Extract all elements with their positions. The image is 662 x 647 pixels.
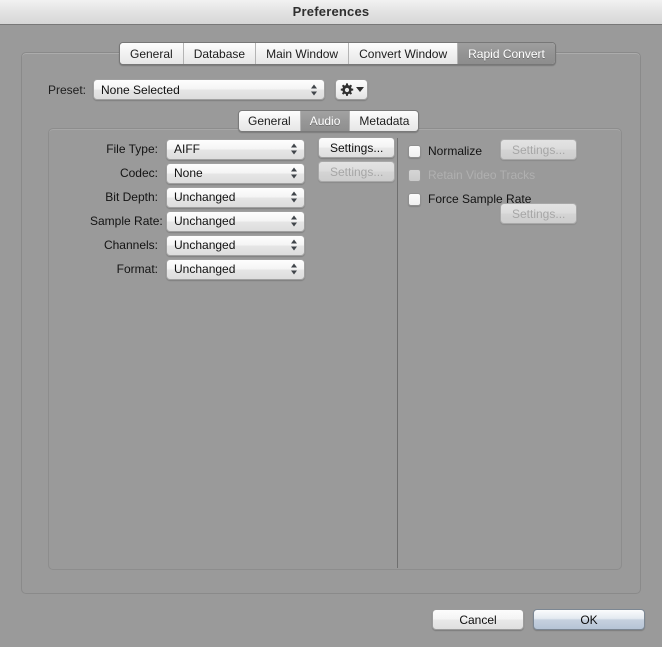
stepper-arrows-icon [291, 215, 298, 228]
row-sample-rate: Sample Rate: Unchanged [90, 209, 305, 233]
format-select[interactable]: Unchanged [166, 258, 305, 280]
stepper-arrows-icon [311, 83, 318, 96]
column-divider [397, 138, 398, 568]
format-value: Unchanged [174, 262, 236, 276]
codec-label: Codec: [119, 166, 158, 180]
bit-depth-select[interactable]: Unchanged [166, 186, 305, 208]
audio-form-left-column: File Type: AIFF Codec: None Bit Depth: U… [90, 137, 305, 281]
sample-rate-value: Unchanged [174, 214, 236, 228]
dialog-button-bar: Cancel OK [432, 609, 645, 630]
ok-button[interactable]: OK [533, 609, 645, 630]
chevron-down-icon [355, 87, 364, 92]
file-type-label: File Type: [106, 142, 158, 156]
cancel-button[interactable]: Cancel [432, 609, 524, 630]
retain-video-tracks-checkbox[interactable] [408, 168, 421, 182]
format-label: Format: [116, 262, 158, 276]
window-title: Preferences [292, 4, 370, 19]
stepper-arrows-icon [291, 143, 298, 156]
stepper-arrows-icon [291, 263, 298, 276]
codec-settings-button[interactable]: Settings... [318, 161, 396, 182]
retain-video-tracks-label: Retain Video Tracks [428, 168, 536, 182]
preferences-window: Preferences General Database Main Window… [0, 0, 662, 647]
inner-tab-audio[interactable]: Audio [300, 111, 351, 131]
normalize-label: Normalize [428, 144, 483, 158]
channels-select[interactable]: Unchanged [166, 234, 305, 256]
channels-value: Unchanged [174, 238, 236, 252]
bit-depth-label: Bit Depth: [105, 190, 158, 204]
window-titlebar: Preferences [0, 0, 662, 25]
inner-tab-metadata[interactable]: Metadata [350, 111, 419, 131]
row-bit-depth: Bit Depth: Unchanged [90, 185, 305, 209]
row-format: Format: Unchanged [90, 257, 305, 281]
file-type-select[interactable]: AIFF [166, 138, 305, 160]
codec-value: None [174, 166, 203, 180]
sample-rate-select[interactable]: Unchanged [166, 210, 305, 232]
normalize-checkbox[interactable] [408, 144, 421, 158]
row-channels: Channels: Unchanged [90, 233, 305, 257]
preset-select[interactable]: None Selected [93, 79, 326, 100]
bit-depth-value: Unchanged [174, 190, 236, 204]
row-codec: Codec: None [90, 161, 305, 185]
channels-label: Channels: [103, 238, 158, 252]
normalize-settings-button[interactable]: Settings... [500, 139, 578, 160]
audio-panel-tab-bar: General Audio Metadata [238, 110, 420, 132]
row-file-type: File Type: AIFF [90, 137, 305, 161]
preferences-tab-bar: General Database Main Window Convert Win… [119, 42, 556, 65]
file-type-settings-button[interactable]: Settings... [318, 137, 396, 158]
preset-row: Preset: None Selected [48, 79, 369, 100]
preset-action-menu-button[interactable] [335, 79, 369, 100]
preset-select-value: None Selected [101, 82, 180, 97]
inner-tab-general[interactable]: General [239, 111, 301, 131]
codec-select[interactable]: None [166, 162, 305, 184]
row-retain-video-tracks: Retain Video Tracks [408, 163, 535, 187]
tab-convert-window[interactable]: Convert Window [349, 43, 459, 64]
force-sample-rate-settings-button[interactable]: Settings... [500, 203, 578, 224]
tab-rapid-convert[interactable]: Rapid Convert [458, 43, 555, 64]
force-sample-rate-checkbox[interactable] [408, 192, 421, 206]
gear-icon [340, 82, 353, 96]
file-type-value: AIFF [174, 142, 200, 156]
tab-main-window[interactable]: Main Window [256, 43, 350, 64]
tab-general[interactable]: General [120, 43, 184, 64]
stepper-arrows-icon [291, 239, 298, 252]
tab-database[interactable]: Database [183, 43, 257, 64]
preset-label: Preset: [48, 82, 87, 97]
sample-rate-label: Sample Rate: [90, 214, 163, 228]
stepper-arrows-icon [291, 167, 298, 180]
stepper-arrows-icon [291, 191, 298, 204]
